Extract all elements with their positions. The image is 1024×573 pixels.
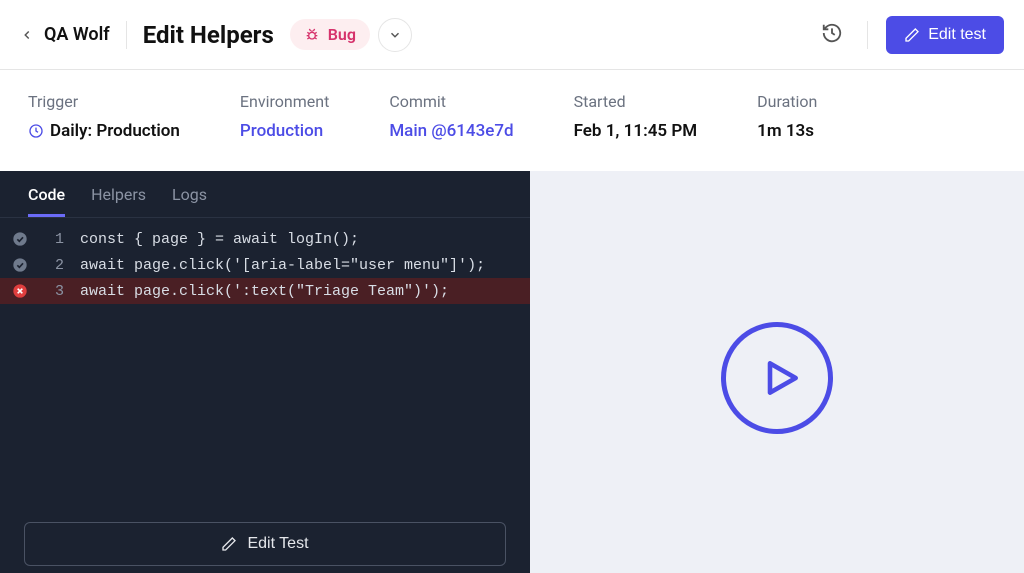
chevron-down-icon (388, 28, 402, 42)
history-icon (821, 22, 843, 44)
meta-duration: Duration 1m 13s (757, 92, 817, 141)
tab-helpers[interactable]: Helpers (91, 185, 146, 217)
breadcrumb[interactable]: QA Wolf (44, 24, 110, 45)
clock-icon (28, 123, 44, 139)
meta-value-text: Daily: Production (50, 121, 180, 141)
meta-commit: Commit Main @6143e7d (389, 92, 513, 141)
meta-trigger: Trigger Daily: Production (28, 92, 180, 141)
meta-value-environment[interactable]: Production (240, 121, 329, 141)
separator (867, 21, 868, 49)
pencil-icon (221, 536, 237, 552)
code-tabs: Code Helpers Logs (0, 171, 530, 218)
code-line[interactable]: 3 await page.click(':text("Triage Team")'… (0, 278, 530, 304)
pencil-icon (904, 27, 920, 43)
separator (126, 21, 127, 49)
meta-value-commit[interactable]: Main @6143e7d (389, 121, 513, 141)
meta-value-trigger: Daily: Production (28, 121, 180, 141)
check-circle-icon (12, 257, 28, 273)
tab-logs[interactable]: Logs (172, 185, 207, 217)
code-body: 1 const { page } = await logIn(); 2 await p… (0, 218, 530, 506)
meta-started: Started Feb 1, 11:45 PM (574, 92, 698, 141)
edit-test-button-label: Edit Test (247, 535, 308, 553)
edit-test-button-label: Edit test (928, 26, 986, 44)
line-number: 2 (40, 257, 64, 274)
meta-value-duration: 1m 13s (757, 121, 817, 141)
meta-row: Trigger Daily: Production Environment Pr… (0, 70, 1024, 171)
edit-test-button-header[interactable]: Edit test (886, 16, 1004, 54)
status-badge-label: Bug (328, 25, 356, 44)
meta-label: Trigger (28, 92, 180, 111)
page-title: Edit Helpers (143, 21, 274, 49)
line-code: await page.click(':text("Triage Team")')… (80, 283, 449, 300)
x-circle-icon (12, 283, 28, 299)
line-code: await page.click('[aria-label="user menu… (80, 257, 485, 274)
status-dropdown-button[interactable] (378, 18, 412, 52)
edit-test-button-footer[interactable]: Edit Test (24, 522, 506, 566)
meta-environment: Environment Production (240, 92, 329, 141)
bug-icon (304, 27, 320, 43)
line-status-pass (0, 257, 40, 273)
back-button[interactable] (20, 28, 34, 42)
line-status-pass (0, 231, 40, 247)
line-number: 3 (40, 283, 64, 300)
meta-label: Started (574, 92, 698, 111)
meta-label: Duration (757, 92, 817, 111)
code-line[interactable]: 2 await page.click('[aria-label="user men… (0, 252, 530, 278)
preview-pane (530, 171, 1024, 573)
meta-label: Environment (240, 92, 329, 111)
play-icon (759, 356, 803, 400)
history-button[interactable] (815, 16, 849, 54)
header: QA Wolf Edit Helpers Bug Edit test (0, 0, 1024, 70)
meta-value-started: Feb 1, 11:45 PM (574, 121, 698, 141)
line-number: 1 (40, 231, 64, 248)
check-circle-icon (12, 231, 28, 247)
meta-label: Commit (389, 92, 513, 111)
line-status-fail (0, 283, 40, 299)
tab-code[interactable]: Code (28, 185, 65, 217)
code-line[interactable]: 1 const { page } = await logIn(); (0, 226, 530, 252)
status-badge-bug[interactable]: Bug (290, 19, 370, 50)
line-code: const { page } = await logIn(); (80, 231, 359, 248)
code-pane: Code Helpers Logs 1 const { page } = awai… (0, 171, 530, 573)
play-button[interactable] (721, 322, 833, 434)
